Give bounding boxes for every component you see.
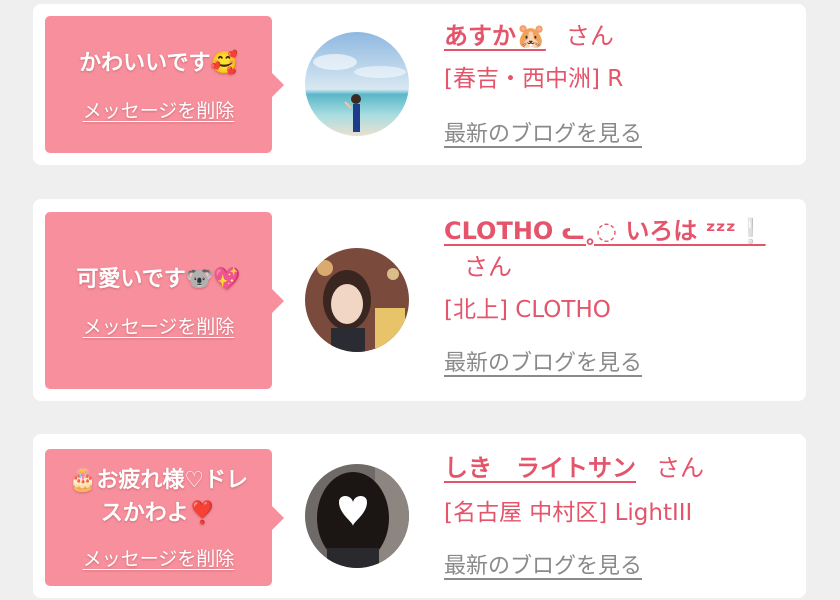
avatar[interactable] (305, 32, 409, 136)
latest-blog-link[interactable]: 最新のブログを見る (444, 116, 642, 148)
cast-info: CLOTHO ᓚ˳◌ いろは ᶻᶻᶻ❕ さん [北上] CLOTHO 最新のブログ… (444, 213, 794, 377)
message-list: かわいいです🥰 メッセージを削除 あすか🐹 さん [春吉・西中洲] R 最新のブ… (0, 0, 840, 600)
avatar-photo (305, 248, 409, 352)
cast-info: しき ライトサン さん [名古屋 中村区] LightIII 最新のブログを見る (444, 450, 794, 580)
message-text: 🎂お疲れ様♡ドレスかわよ❣️ (68, 468, 249, 526)
cast-name-link[interactable]: あすか🐹 (444, 22, 546, 50)
latest-blog-link[interactable]: 最新のブログを見る (444, 548, 642, 580)
honorific: さん (464, 253, 512, 281)
message-text: かわいいです🥰 (79, 50, 238, 76)
message-card: 🎂お疲れ様♡ドレスかわよ❣️ メッセージを削除 しき ライトサン さん [名古屋 … (33, 434, 806, 598)
delete-message-link[interactable]: メッセージを削除 (83, 96, 235, 123)
latest-blog-link[interactable]: 最新のブログを見る (444, 345, 642, 377)
shop-label: [春吉・西中洲] R (444, 66, 624, 92)
avatar[interactable] (305, 248, 409, 352)
avatar-photo (305, 32, 409, 136)
message-card: 可愛いです🐨💖 メッセージを削除 CLOTHO ᓚ˳◌ いろは ᶻᶻᶻ❕ さん [… (33, 199, 806, 401)
cast-name-link[interactable]: しき ライトサン (444, 454, 636, 482)
message-bubble: かわいいです🥰 メッセージを削除 (45, 16, 284, 153)
message-card: かわいいです🥰 メッセージを削除 あすか🐹 さん [春吉・西中洲] R 最新のブ… (33, 4, 806, 165)
message-bubble: 🎂お疲れ様♡ドレスかわよ❣️ メッセージを削除 (45, 449, 284, 586)
cast-info: あすか🐹 さん [春吉・西中洲] R 最新のブログを見る (444, 18, 794, 148)
message-text: 可愛いです🐨💖 (76, 266, 241, 292)
cast-name-link[interactable]: CLOTHO ᓚ˳◌ いろは ᶻᶻᶻ❕ (444, 217, 766, 245)
shop-label: [北上] CLOTHO (444, 297, 611, 323)
avatar-photo (305, 464, 409, 568)
avatar[interactable] (305, 464, 409, 568)
shop-label: [名古屋 中村区] LightIII (444, 500, 693, 526)
honorific: さん (656, 454, 704, 482)
message-bubble: 可愛いです🐨💖 メッセージを削除 (45, 212, 284, 389)
delete-message-link[interactable]: メッセージを削除 (83, 544, 235, 571)
delete-message-link[interactable]: メッセージを削除 (83, 312, 235, 339)
honorific: さん (565, 22, 614, 50)
